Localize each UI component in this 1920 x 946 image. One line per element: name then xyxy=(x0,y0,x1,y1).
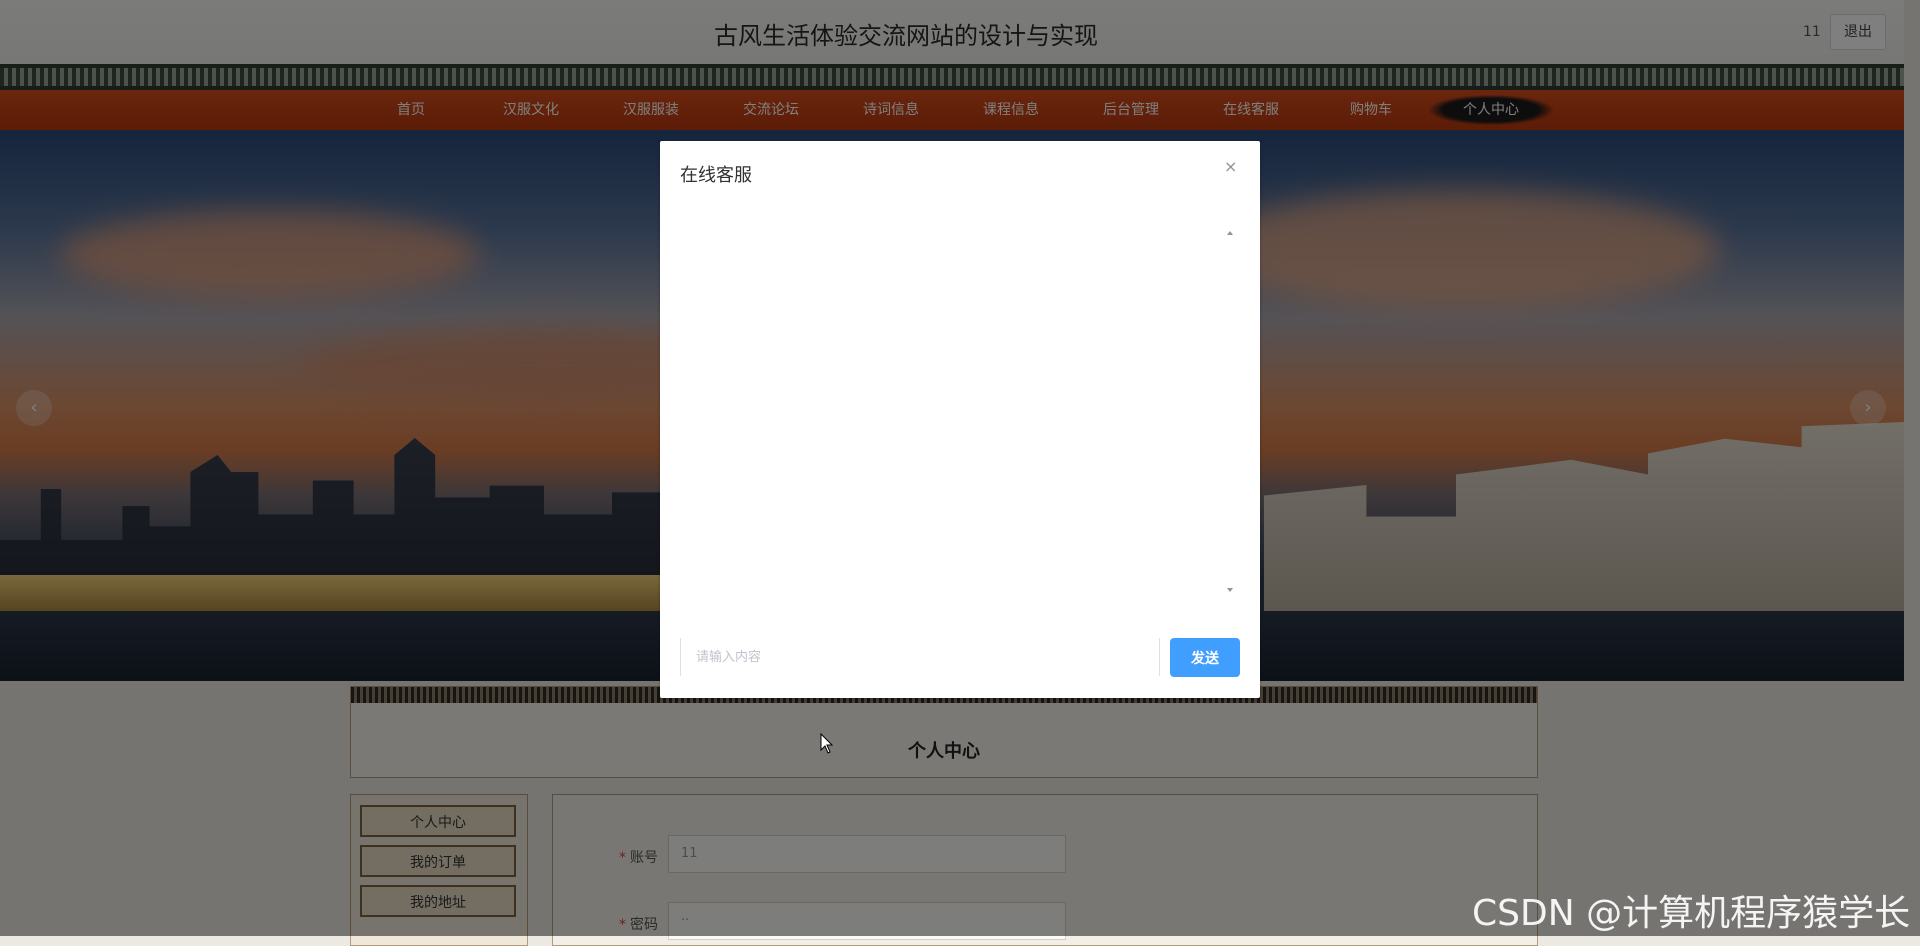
watermark: CSDN @计算机程序猿学长 xyxy=(1472,893,1911,934)
send-button[interactable]: 发送 xyxy=(1170,638,1240,677)
chat-message-area[interactable] xyxy=(680,211,1220,611)
message-input[interactable] xyxy=(680,638,1160,676)
online-service-dialog: 在线客服 × 发送 xyxy=(660,141,1260,698)
dialog-title: 在线客服 xyxy=(680,165,752,186)
close-icon[interactable]: × xyxy=(1224,157,1237,176)
scroll-up-icon[interactable] xyxy=(1227,231,1233,235)
scroll-down-icon[interactable] xyxy=(1227,588,1233,592)
mouse-cursor-icon xyxy=(820,733,834,754)
